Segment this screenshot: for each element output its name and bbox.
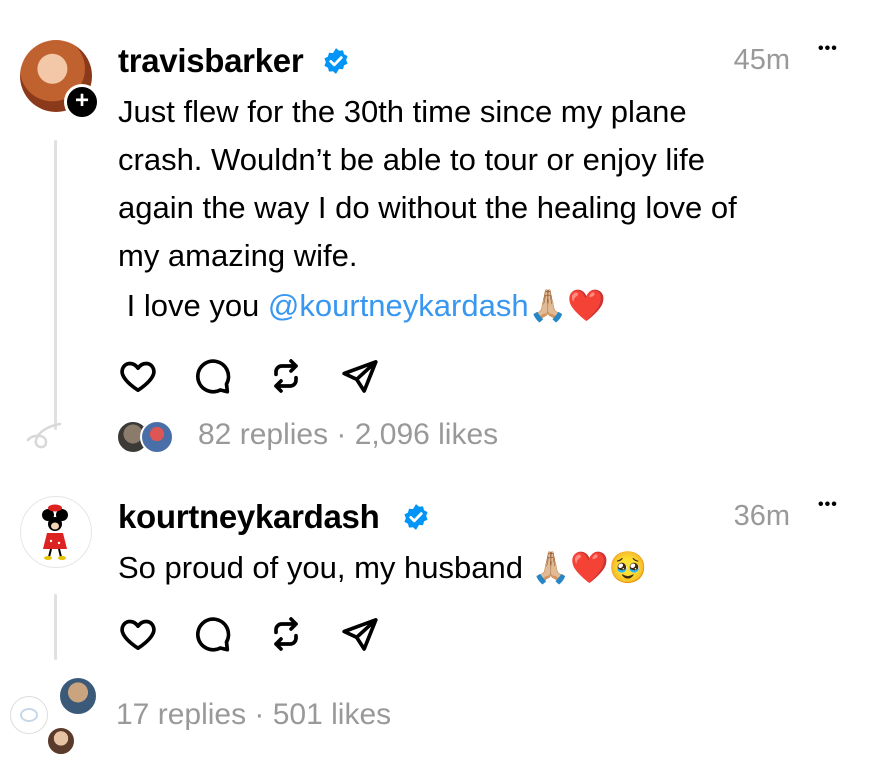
share-button[interactable] <box>340 356 414 396</box>
post-text-line: crash. Wouldn’t be able to tour or enjoy… <box>118 142 706 177</box>
reply-button[interactable] <box>192 614 266 654</box>
username[interactable]: travisbarker <box>118 42 304 80</box>
repost-button[interactable] <box>266 356 340 396</box>
more-options-button[interactable]: ••• <box>818 40 838 58</box>
love-line: I love you @kourtneykardash🙏🏼❤️ <box>118 282 858 330</box>
mention-link[interactable]: @kourtneykardash <box>268 288 529 323</box>
more-options-button[interactable]: ••• <box>818 496 838 514</box>
post-stats[interactable]: 82 replies · 2,096 likes <box>198 418 498 452</box>
comment-icon <box>196 359 231 394</box>
repost-icon <box>274 617 298 651</box>
like-button[interactable] <box>118 614 192 654</box>
verified-badge-icon <box>404 504 428 530</box>
post-emojis: 🙏🏼❤️🥹 <box>531 550 648 586</box>
post-text-line: again the way I do without the healing l… <box>118 190 737 225</box>
share-button[interactable] <box>340 614 414 654</box>
post-time: 36m <box>733 500 790 532</box>
post-body: Just flew for the 30th time since my pla… <box>118 88 858 330</box>
post-body: So proud of you, my husband 🙏🏼❤️🥹 <box>118 544 858 592</box>
comment-icon <box>196 617 231 652</box>
send-icon <box>342 360 378 393</box>
replier-avatar <box>140 420 174 454</box>
replier-avatar <box>10 696 48 734</box>
replier-avatar <box>46 726 76 756</box>
post-emojis: 🙏🏼❤️ <box>528 288 606 324</box>
post-text-line: my amazing wife. <box>118 238 358 273</box>
repost-icon <box>274 359 298 393</box>
heart-icon <box>120 619 156 650</box>
like-button[interactable] <box>118 356 192 396</box>
post-text-line: Just flew for the 30th time since my pla… <box>118 94 687 129</box>
post-time: 45m <box>733 44 790 76</box>
follow-plus-button[interactable]: + <box>64 84 100 120</box>
post-stats[interactable]: 17 replies · 501 likes <box>116 698 391 732</box>
love-text: I love you <box>118 288 268 323</box>
thread-line <box>54 594 57 660</box>
replier-avatar <box>58 676 98 716</box>
avatar-kourtneykardash[interactable] <box>20 496 92 568</box>
reply-button[interactable] <box>192 356 266 396</box>
loop-icon <box>24 420 64 459</box>
post-text: So proud of you, my husband <box>118 550 532 585</box>
send-icon <box>342 618 378 651</box>
username[interactable]: kourtneykardash <box>118 498 380 536</box>
thread-line <box>54 140 57 430</box>
action-bar <box>118 356 414 396</box>
action-bar <box>118 614 414 654</box>
minnie-mouse-avatar-art <box>42 504 68 560</box>
repost-button[interactable] <box>266 614 340 654</box>
heart-icon <box>120 361 156 392</box>
verified-badge-icon <box>324 48 348 74</box>
